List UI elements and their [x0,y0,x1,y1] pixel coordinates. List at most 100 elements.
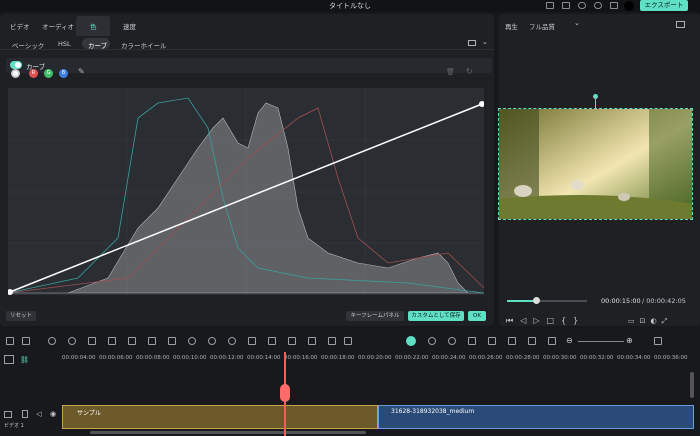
snapshot-icon[interactable] [676,21,685,28]
save-icon[interactable] [562,2,570,9]
mask-icon[interactable] [328,337,336,345]
trash-icon[interactable]: 🗑 [446,68,455,76]
marker-icon[interactable] [428,337,436,345]
curve-point-white[interactable] [479,101,485,107]
refresh-icon[interactable]: ↻ [466,67,473,76]
subtab-curve[interactable]: カーブ [88,40,107,50]
split-icon[interactable] [248,337,256,345]
seek-progress [507,300,536,302]
ruler-tick: 00:00:26:00 [469,355,503,361]
total-time: / 00:00:42:05 [642,297,686,305]
playhead-handle[interactable] [280,384,290,402]
record-icon[interactable] [448,337,456,345]
ruler-tick: 00:00:06:00 [99,355,133,361]
keyframe-panel-button[interactable]: キーフレームパネル [346,311,404,321]
avatar[interactable] [624,1,634,11]
channel-blue-dot[interactable]: B [59,69,68,78]
video-preview[interactable] [498,108,693,220]
redo-icon[interactable] [68,337,76,345]
mic-icon[interactable] [468,337,476,345]
quality-chevron-icon[interactable]: ⌄ [574,19,580,27]
pip-icon[interactable] [528,337,536,345]
delete-icon[interactable] [88,337,96,345]
layout-icon[interactable] [6,337,14,345]
preview-tools[interactable]: ▭⊡◐⤢ [628,317,672,326]
speed-icon[interactable] [208,337,216,345]
channel-white-dot[interactable] [11,69,20,78]
add-track-icon[interactable] [4,355,14,364]
link-icon[interactable]: ⛓ [20,356,29,364]
transport-controls[interactable]: ⏮◁▷□{} [506,316,585,326]
undo-icon[interactable] [48,337,56,345]
current-time: 00:00:15:00 [601,297,641,305]
curve-point-black[interactable] [7,289,13,295]
ruler-tick: 00:00:34:00 [617,355,651,361]
tab-audio[interactable]: オーディオ [42,21,74,31]
compare-icon[interactable] [468,40,476,46]
ai-icon[interactable] [308,337,316,345]
ruler-tick: 00:00:24:00 [432,355,466,361]
sub-tabs: ベーシック HSL カーブ カラーホイール ⌄ [0,36,494,50]
subtab-basic[interactable]: ベーシック [12,40,44,50]
subtab-color-wheel[interactable]: カラーホイール [121,40,167,50]
timer-icon[interactable] [188,337,196,345]
volume-icon[interactable]: ◁ [36,410,41,418]
curve-svg [7,88,485,295]
save-as-custom-button[interactable]: カスタムとして保存 [408,311,464,321]
select-icon[interactable] [22,337,30,345]
subtab-hsl[interactable]: HSL [58,40,71,48]
forest-scene-image [499,109,692,219]
title-bar: タイトルなし エクスポート [0,0,700,12]
shape-icon[interactable] [168,337,176,345]
seek-thumb[interactable] [533,297,540,304]
track-video-icon [4,411,12,418]
time-ruler: 00:00:04:00 00:00:06:00 00:00:08:00 00:0… [62,355,694,367]
image-icon[interactable] [546,2,554,9]
cut-icon[interactable] [108,337,116,345]
crop-icon[interactable] [128,337,136,345]
seek-track[interactable] [507,297,587,304]
tab-color[interactable]: 色 [90,21,97,31]
headset-icon[interactable] [594,2,602,9]
ruler-tick: 00:00:16:00 [284,355,318,361]
stabilize-icon[interactable] [288,337,296,345]
tab-speed[interactable]: 速度 [123,21,136,31]
grid-icon[interactable] [610,2,618,9]
channel-green-dot[interactable]: G [44,69,53,78]
ruler-tick: 00:00:30:00 [543,355,577,361]
channel-red-dot[interactable]: R [29,69,38,78]
ruler-tick: 00:00:14:00 [247,355,281,361]
tab-video[interactable]: ビデオ [10,21,30,31]
text-icon[interactable] [148,337,156,345]
clip-sample[interactable]: サンプル [62,405,378,429]
timeline-toolbar: ⊖ ⊕ [0,333,700,349]
ruler-tick: 00:00:28:00 [506,355,540,361]
color-icon[interactable] [228,337,236,345]
fit-icon[interactable] [548,337,556,345]
lock-icon[interactable] [22,410,28,418]
zoom-out-icon[interactable]: ⊖ [566,336,573,345]
scene-icon[interactable] [508,337,516,345]
chevron-down-icon[interactable]: ⌄ [482,38,488,46]
audio-icon[interactable] [268,337,276,345]
eyedropper-icon[interactable]: ✎ [78,67,85,76]
curve-toggle[interactable] [10,61,22,69]
effect-icon[interactable] [344,337,352,345]
zoom-in-icon[interactable]: ⊕ [626,336,633,345]
track-label: ビデオ 1 [4,423,24,429]
render-icon[interactable] [406,336,416,346]
ok-button[interactable]: OK [468,311,486,321]
quality-select[interactable]: フル品質 [529,21,555,31]
export-button[interactable]: エクスポート [640,0,688,11]
vertical-scrollbar[interactable] [690,372,694,398]
timeline-scrollbar[interactable] [90,431,366,434]
eye-icon[interactable]: ◉ [50,410,56,418]
zoom-slider[interactable] [578,341,624,342]
cloud-icon[interactable] [578,2,586,9]
clip-medium[interactable]: 31628-318932038_medium [378,405,694,429]
voice-icon[interactable] [488,337,496,345]
ruler-tick: 00:00:10:00 [173,355,207,361]
curve-histogram[interactable] [7,88,485,295]
reset-button[interactable]: リセット [6,311,36,321]
grid-view-icon[interactable] [654,337,662,345]
